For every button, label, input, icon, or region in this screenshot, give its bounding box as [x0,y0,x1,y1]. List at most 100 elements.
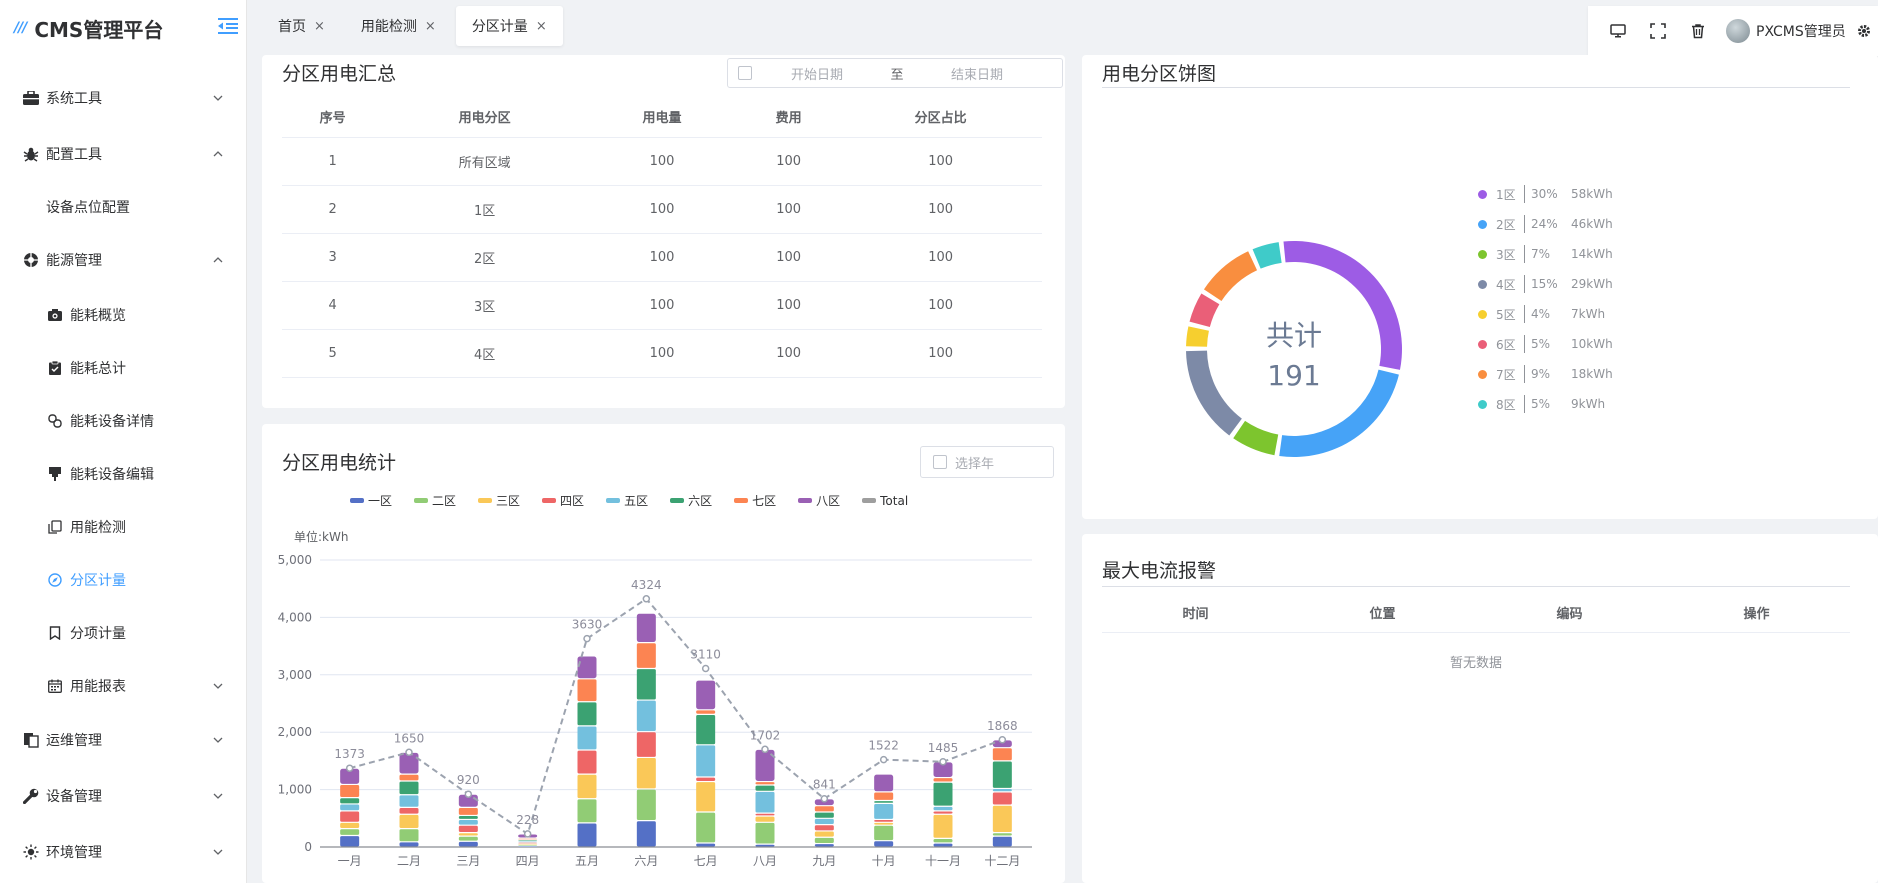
bar-segment[interactable] [399,842,419,847]
bar-segment[interactable] [814,806,834,812]
bar-segment[interactable] [399,829,419,842]
bar-segment[interactable] [340,768,360,784]
tab-2[interactable]: 分区计量 × [455,6,563,46]
line-point[interactable] [939,758,947,766]
sidebar-item-9[interactable]: 分区计量 [0,553,246,606]
legend-item[interactable]: 五区 [606,492,648,509]
bar-segment[interactable] [696,777,716,781]
bar-segment[interactable] [636,700,656,732]
close-icon[interactable]: × [314,19,325,34]
pie-legend-item[interactable]: 1区 30% 58kWh [1478,179,1613,209]
bar-segment[interactable] [518,841,538,843]
sidebar-item-2[interactable]: 设备点位配置 [0,182,246,232]
bar-segment[interactable] [755,749,775,781]
bar-segment[interactable] [399,752,419,774]
bar-segment[interactable] [518,843,538,845]
fullscreen-icon[interactable] [1638,11,1678,51]
bar-segment[interactable] [755,785,775,791]
bar-segment[interactable] [992,740,1012,748]
bar-segment[interactable] [933,778,953,782]
bar-segment[interactable] [458,820,478,825]
bar-segment[interactable] [696,782,716,812]
line-point[interactable] [642,595,651,603]
bar-segment[interactable] [518,834,538,838]
bar-segment[interactable] [755,813,775,816]
line-point[interactable] [701,664,710,673]
bar-segment[interactable] [874,803,894,819]
bar-segment[interactable] [933,762,953,777]
bar-segment[interactable] [518,846,538,847]
bar-segment[interactable] [636,758,656,789]
bar-segment[interactable] [340,785,360,798]
close-icon[interactable]: × [536,19,547,34]
line-point[interactable] [464,790,473,798]
bar-segment[interactable] [577,799,597,823]
line-point[interactable] [523,830,532,838]
bar-segment[interactable] [992,836,1012,847]
bar-segment[interactable] [340,829,360,835]
sidebar-item-4[interactable]: 能耗概览 [0,288,246,341]
bar-segment[interactable] [933,843,953,847]
legend-item[interactable]: 八区 [798,492,840,509]
pie-slice[interactable] [1233,420,1279,456]
bar-segment[interactable] [399,795,419,807]
pie-slice[interactable] [1189,293,1220,327]
sidebar-item-12[interactable]: 运维管理 [0,712,246,768]
bar-segment[interactable] [518,840,538,841]
bar-segment[interactable] [340,836,360,847]
pie-legend-item[interactable]: 6区 5% 10kWh [1478,329,1613,359]
bar-segment[interactable] [458,825,478,833]
bar-segment[interactable] [933,838,953,843]
user-menu[interactable]: PXCMS管理员 [1726,19,1846,43]
bar-segment[interactable] [814,818,834,825]
monitor-icon[interactable] [1598,11,1638,51]
legend-item[interactable]: 三区 [478,492,520,509]
bar-segment[interactable] [340,811,360,822]
sidebar-item-10[interactable]: 分项计量 [0,606,246,659]
column-header[interactable]: 用电分区 [383,97,586,138]
bar-segment[interactable] [636,643,656,668]
year-picker[interactable]: 选择年 [920,446,1054,478]
bar-segment[interactable] [518,845,538,846]
bar-segment[interactable] [992,792,1012,805]
line-point[interactable] [405,748,413,757]
sidebar-item-13[interactable]: 设备管理 [0,768,246,824]
sidebar-item-7[interactable]: 能耗设备编辑 [0,447,246,500]
menu-fold-icon[interactable] [218,17,238,35]
gear-icon[interactable] [1854,11,1874,51]
bar-segment[interactable] [458,816,478,819]
legend-item[interactable]: Total [862,492,908,509]
sidebar-item-6[interactable]: 能耗设备详情 [0,394,246,447]
bar-segment[interactable] [577,774,597,799]
pie-legend-item[interactable]: 7区 9% 18kWh [1478,359,1613,389]
sidebar-item-8[interactable]: 用能检测 [0,500,246,553]
bar-segment[interactable] [636,613,656,643]
bar-segment[interactable] [399,774,419,781]
bar-segment[interactable] [518,838,538,840]
line-point[interactable] [820,794,829,803]
legend-item[interactable]: 一区 [350,492,392,509]
sidebar-item-1[interactable]: 配置工具 [0,126,246,182]
column-header[interactable]: 分区占比 [839,97,1042,138]
bar-segment[interactable] [636,669,656,700]
bar-segment[interactable] [874,774,894,792]
pie-legend-item[interactable]: 5区 4% 7kWh [1478,299,1613,329]
bar-segment[interactable] [577,823,597,847]
bar-segment[interactable] [696,680,716,710]
line-point[interactable] [583,634,591,643]
sidebar-item-3[interactable]: 能源管理 [0,232,246,288]
bar-segment[interactable] [399,814,419,829]
bar-segment[interactable] [874,825,894,841]
bar-segment[interactable] [458,841,478,847]
bar-segment[interactable] [992,789,1012,792]
bar-segment[interactable] [814,812,834,818]
tab-0[interactable]: 首页 × [262,6,341,46]
bar-segment[interactable] [992,833,1012,836]
pie-legend-item[interactable]: 2区 24% 46kWh [1478,209,1613,239]
bar-segment[interactable] [755,844,775,847]
bar-segment[interactable] [518,842,538,844]
column-header[interactable]: 费用 [737,97,840,138]
bar-segment[interactable] [577,726,597,750]
close-icon[interactable]: × [425,19,436,34]
bar-segment[interactable] [874,841,894,847]
